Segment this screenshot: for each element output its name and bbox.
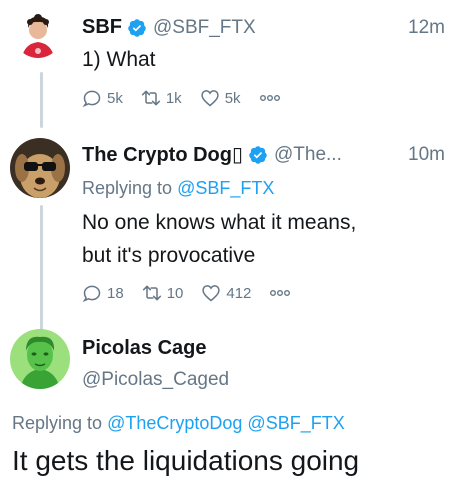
reply-icon [82, 285, 101, 303]
timestamp[interactable]: 12m [408, 17, 445, 39]
replying-to: Replying to @TheCryptoDog @SBF_FTX [12, 413, 345, 434]
tweet-actions: 18 10 412 [82, 283, 291, 303]
verified-badge-icon [128, 18, 146, 37]
tweet-actions: 5k 1k 5k [82, 88, 281, 108]
retweet-button[interactable]: 1k [141, 88, 182, 108]
reply-button[interactable]: 18 [82, 283, 124, 303]
tweet-text-line: No one knows what it means, [82, 211, 357, 234]
like-icon [201, 90, 219, 107]
retweet-icon [142, 285, 161, 301]
more-button[interactable] [259, 93, 281, 103]
more-icon [270, 290, 291, 296]
mention-link[interactable]: @SBF_FTX [247, 413, 344, 433]
like-icon [202, 285, 221, 302]
tweet-picolas-cage[interactable]: Picolas Cage @Picolas_Caged Replying to … [0, 325, 455, 489]
tweet-crypto-dog[interactable]: The Crypto Dog▯ @The... 10m Replying to … [0, 128, 455, 318]
tweet-text: It gets the liquidations going [12, 445, 360, 476]
avatar[interactable] [10, 329, 70, 389]
retweet-icon [141, 90, 160, 106]
tweet-text-line: but it's provocative [82, 244, 256, 267]
replying-label: Replying to [12, 413, 103, 433]
retweet-count: 10 [166, 284, 184, 302]
mention-link[interactable]: @TheCryptoDog [107, 413, 242, 433]
retweet-count: 1k [165, 89, 182, 107]
tweet-text: 1) What [82, 48, 156, 71]
mention-link[interactable]: @SBF_FTX [177, 178, 274, 198]
avatar[interactable] [10, 138, 70, 198]
reply-icon [82, 90, 101, 108]
replying-to: Replying to @SBF_FTX [82, 178, 274, 199]
handle[interactable]: @The... [274, 144, 342, 166]
reply-button[interactable]: 5k [82, 88, 123, 108]
display-name[interactable]: The Crypto Dog▯ [82, 142, 243, 167]
reply-count: 18 [107, 284, 124, 302]
like-count: 5k [224, 89, 241, 107]
timestamp[interactable]: 10m [408, 144, 445, 166]
replying-label: Replying to [82, 178, 173, 198]
more-button[interactable] [269, 288, 291, 298]
avatar[interactable] [14, 10, 62, 58]
tweet-sbf[interactable]: SBF @SBF_FTX 12m 1) What 5k 1k 5k [0, 0, 455, 120]
like-button[interactable]: 412 [201, 283, 251, 303]
verified-badge-icon [249, 145, 267, 164]
like-button[interactable]: 5k [200, 88, 241, 108]
display-name[interactable]: SBF [82, 16, 122, 39]
reply-count: 5k [107, 89, 123, 107]
display-name[interactable]: Picolas Cage [82, 337, 207, 360]
handle[interactable]: @Picolas_Caged [82, 369, 229, 391]
more-icon [259, 95, 280, 101]
handle[interactable]: @SBF_FTX [153, 17, 256, 39]
tweet-text: No one knows what it means, but it's pro… [82, 206, 445, 272]
retweet-button[interactable]: 10 [142, 283, 184, 303]
like-count: 412 [226, 284, 252, 302]
